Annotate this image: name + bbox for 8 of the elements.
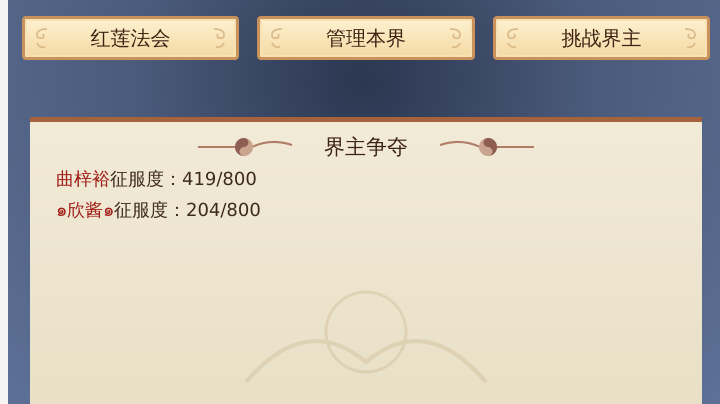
conquest-stat: 征服度：204/800 bbox=[114, 199, 261, 223]
player-name: ๑欣酱๑ bbox=[56, 199, 114, 223]
conquest-stat: 征服度：419/800 bbox=[110, 168, 257, 192]
player-name: 曲梓裕 bbox=[56, 168, 110, 192]
menu-button[interactable]: 挑战界主 bbox=[492, 16, 710, 60]
menu-button[interactable]: 管理本界 bbox=[257, 16, 475, 60]
panel-title: 界主争夺 bbox=[324, 134, 408, 161]
menu-button[interactable]: 红莲法会 bbox=[22, 16, 240, 60]
